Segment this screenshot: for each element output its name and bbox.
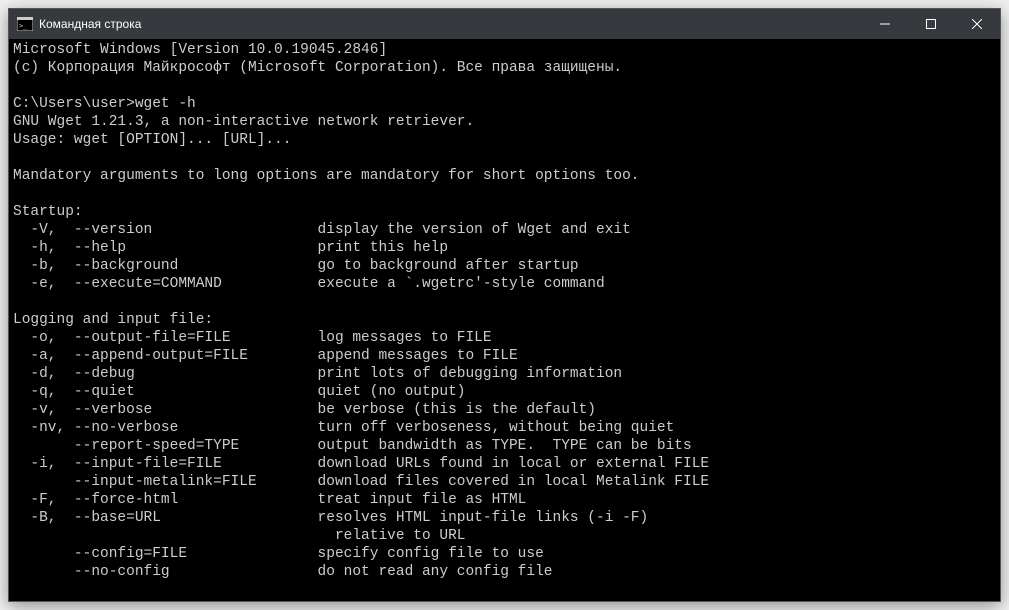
titlebar[interactable]: >_ Командная строка — [9, 9, 1000, 39]
terminal-line — [13, 185, 996, 203]
terminal-line: Startup: — [13, 203, 996, 221]
terminal-line: -i, --input-file=FILE download URLs foun… — [13, 455, 996, 473]
terminal-line: -V, --version display the version of Wge… — [13, 221, 996, 239]
terminal-line: C:\Users\user>wget -h — [13, 95, 996, 113]
terminal-line: --input-metalink=FILE download files cov… — [13, 473, 996, 491]
maximize-button[interactable] — [908, 9, 954, 39]
terminal-line: Microsoft Windows [Version 10.0.19045.28… — [13, 41, 996, 59]
terminal-line: (c) Корпорация Майкрософт (Microsoft Cor… — [13, 59, 996, 77]
terminal-line: GNU Wget 1.21.3, a non-interactive netwo… — [13, 113, 996, 131]
terminal-line: relative to URL — [13, 527, 996, 545]
terminal-line: Logging and input file: — [13, 311, 996, 329]
terminal-line — [13, 293, 996, 311]
cmd-icon: >_ — [17, 17, 33, 31]
terminal-line — [13, 77, 996, 95]
terminal-line: -o, --output-file=FILE log messages to F… — [13, 329, 996, 347]
terminal-line: Mandatory arguments to long options are … — [13, 167, 996, 185]
terminal-line: --config=FILE specify config file to use — [13, 545, 996, 563]
terminal-line — [13, 149, 996, 167]
terminal-line: -h, --help print this help — [13, 239, 996, 257]
terminal-line: -B, --base=URL resolves HTML input-file … — [13, 509, 996, 527]
terminal-line: -q, --quiet quiet (no output) — [13, 383, 996, 401]
terminal-line: -d, --debug print lots of debugging info… — [13, 365, 996, 383]
svg-text:>_: >_ — [19, 22, 28, 30]
terminal-line: -b, --background go to background after … — [13, 257, 996, 275]
close-button[interactable] — [954, 9, 1000, 39]
minimize-button[interactable] — [862, 9, 908, 39]
terminal-line: -v, --verbose be verbose (this is the de… — [13, 401, 996, 419]
terminal-line: --no-config do not read any config file — [13, 563, 996, 581]
terminal-line: -nv, --no-verbose turn off verboseness, … — [13, 419, 996, 437]
terminal-line: -F, --force-html treat input file as HTM… — [13, 491, 996, 509]
terminal-output[interactable]: Microsoft Windows [Version 10.0.19045.28… — [9, 39, 1000, 601]
window-title: Командная строка — [39, 17, 862, 31]
terminal-line: Usage: wget [OPTION]... [URL]... — [13, 131, 996, 149]
terminal-line: --report-speed=TYPE output bandwidth as … — [13, 437, 996, 455]
command-prompt-window: >_ Командная строка Microsoft Windows [V… — [8, 8, 1001, 602]
window-controls — [862, 9, 1000, 39]
terminal-line: -e, --execute=COMMAND execute a `.wgetrc… — [13, 275, 996, 293]
terminal-line: -a, --append-output=FILE append messages… — [13, 347, 996, 365]
